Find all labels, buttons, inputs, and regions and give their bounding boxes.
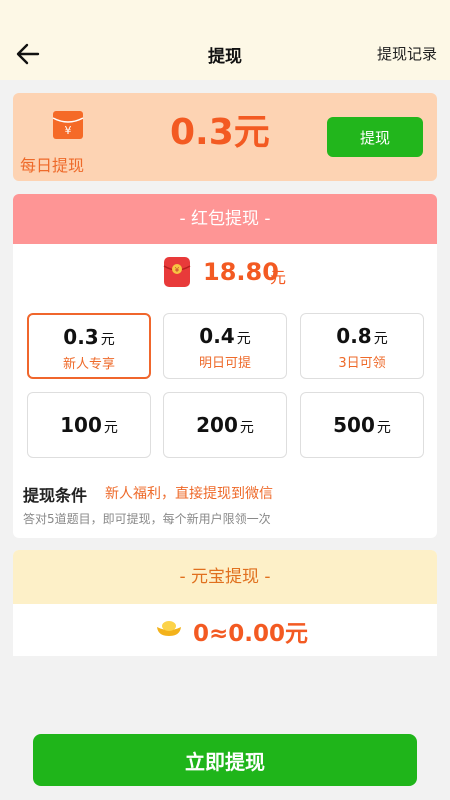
yuanbao-value: 0≈0.00元	[193, 621, 309, 647]
option-tag: 明日可提	[198, 356, 251, 371]
option-amount: 500 元	[333, 413, 391, 437]
red-envelope-icon: ¥	[52, 111, 84, 139]
option-amount: 100 元	[60, 413, 118, 437]
amount-option-100[interactable]: 100 元	[27, 392, 151, 458]
yuanbao-header: - 元宝提现 -	[13, 550, 437, 604]
svg-text:¥: ¥	[65, 124, 72, 137]
balance-unit: 元	[270, 268, 287, 287]
red-packet-header: - 红包提现 -	[13, 194, 437, 244]
amount-option-500[interactable]: 500 元	[300, 392, 424, 458]
daily-withdraw-label: 每日提现	[20, 156, 85, 175]
top-bar: 提现 提现记录	[0, 0, 450, 80]
option-amount: 200 元	[196, 413, 254, 437]
balance-row: ¥ 18.80 元	[13, 254, 437, 294]
condition-note: 答对5道题目，即可提现，每个新用户限领一次	[23, 512, 271, 526]
option-amount: 0.8 元	[336, 324, 388, 348]
daily-withdraw-button[interactable]: 提现	[327, 117, 423, 157]
amount-option-200[interactable]: 200 元	[163, 392, 287, 458]
condition-text: 新人福利，直接提现到微信	[105, 486, 273, 502]
amount-option-0.4[interactable]: 0.4 元 明日可提	[163, 313, 287, 379]
daily-withdraw-amount: 0.3元	[170, 112, 270, 153]
condition-title: 提现条件	[23, 486, 88, 505]
red-packet-icon: ¥	[163, 257, 191, 287]
option-amount: 0.4 元	[199, 324, 251, 348]
yuanbao-card: - 元宝提现 - 0≈0.00元	[13, 550, 437, 656]
balance-value: 18.80	[203, 258, 279, 286]
gold-ingot-icon	[157, 621, 181, 636]
option-tag: 新人专享	[62, 357, 115, 372]
withdraw-record-link[interactable]: 提现记录	[377, 43, 437, 64]
red-packet-card: - 红包提现 - ¥ 18.80 元 0.3 元 新人专享 0.4 元 明日可提 0…	[13, 194, 437, 538]
option-tag: 3日可领	[338, 356, 386, 371]
option-amount: 0.3 元	[63, 325, 115, 349]
svg-text:¥: ¥	[175, 266, 180, 274]
withdraw-now-button[interactable]: 立即提现	[33, 734, 417, 786]
amount-option-0.3[interactable]: 0.3 元 新人专享	[27, 313, 151, 379]
amount-option-0.8[interactable]: 0.8 元 3日可领	[300, 313, 424, 379]
